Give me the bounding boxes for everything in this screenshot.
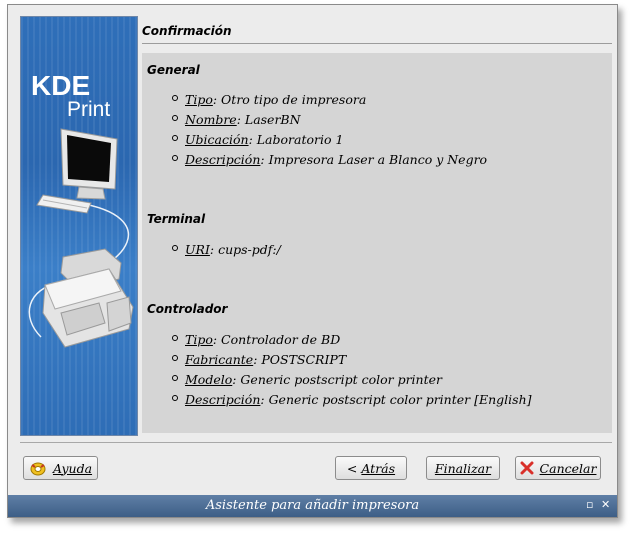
bullet-icon	[172, 135, 178, 141]
list-item: Descripción: Impresora Laser a Blanco y …	[172, 152, 487, 167]
section-title-general: General	[147, 63, 200, 77]
bullet-icon	[172, 245, 178, 251]
help-button[interactable]: Ayuda	[23, 456, 98, 480]
section-title-controlador: Controlador	[147, 302, 228, 316]
add-printer-wizard-window: KDE Print Confirmación General Tipo: Otr…	[7, 4, 618, 518]
cancel-button[interactable]: Cancelar	[515, 456, 601, 480]
kdeprint-banner: KDE Print	[20, 16, 138, 436]
bullet-icon	[172, 335, 178, 341]
list-item: Tipo: Controlador de BD	[172, 332, 340, 347]
bullet-icon	[172, 395, 178, 401]
list-item: Modelo: Generic postscript color printer	[172, 372, 442, 387]
list-item: Ubicación: Laboratorio 1	[172, 132, 343, 147]
confirmation-summary: General Tipo: Otro tipo de impresora Nom…	[142, 53, 612, 433]
list-item: URI: cups-pdf:/	[172, 242, 281, 257]
bullet-icon	[172, 355, 178, 361]
bullet-icon	[172, 95, 178, 101]
back-button[interactable]: < Atrás	[335, 456, 407, 480]
page-title: Confirmación	[142, 24, 232, 38]
computer-printer-illustration	[28, 128, 134, 348]
bullet-icon	[172, 115, 178, 121]
maximize-icon[interactable]: ▫	[586, 499, 596, 510]
title-separator	[142, 43, 612, 44]
list-item: Fabricante: POSTSCRIPT	[172, 352, 346, 367]
close-icon[interactable]: ✕	[601, 499, 611, 510]
window-title: Asistente para añadir impresora	[205, 498, 420, 513]
window-titlebar[interactable]: Asistente para añadir impresora ▫ ✕	[8, 495, 617, 517]
bullet-icon	[172, 155, 178, 161]
button-separator	[20, 442, 612, 443]
list-item: Nombre: LaserBN	[172, 112, 301, 127]
list-item: Tipo: Otro tipo de impresora	[172, 92, 366, 107]
bullet-icon	[172, 375, 178, 381]
finish-button[interactable]: Finalizar	[426, 456, 500, 480]
section-title-terminal: Terminal	[147, 212, 206, 226]
red-x-icon	[520, 461, 534, 475]
list-item: Descripción: Generic postscript color pr…	[172, 392, 532, 407]
lifebuoy-icon	[30, 462, 46, 476]
